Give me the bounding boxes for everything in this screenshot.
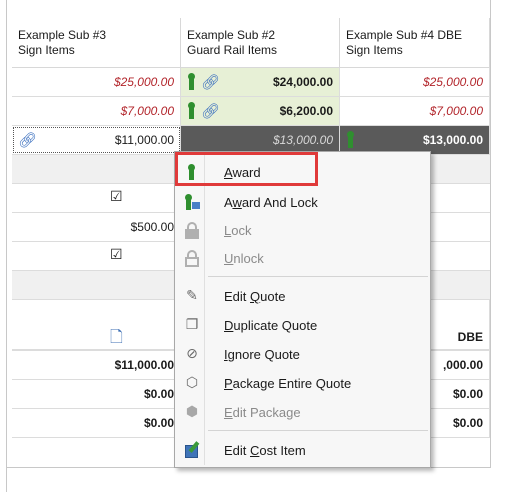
checkbox-checked-icon[interactable]: ☑ (110, 189, 123, 205)
edit-cost-item-icon (183, 441, 201, 459)
table-cell[interactable]: ☑ (12, 184, 181, 212)
menu-item-unlock[interactable]: Unlock (176, 244, 430, 272)
menu-separator (208, 430, 428, 431)
award-icon (346, 131, 355, 149)
table-cell[interactable]: $25,000.00 (12, 68, 181, 96)
column-header-subtitle: Guard Rail Items (187, 43, 278, 57)
cell-value: $7,000.00 (429, 104, 483, 118)
menu-item-edit-quote[interactable]: ✎ Edit Quote (176, 282, 430, 310)
menu-item-label: Duplicate Quote (224, 318, 318, 333)
menu-item-package-entire-quote[interactable]: ⬡ Package Entire Quote (176, 369, 430, 397)
award-icon (187, 73, 196, 91)
cell-value: $6,200.00 (279, 104, 333, 118)
checkbox-checked-icon[interactable]: ☑ (110, 247, 123, 263)
link-icon: 🔗︎ (18, 131, 38, 149)
menu-separator (208, 276, 428, 277)
table-cell[interactable]: $0.00 (12, 409, 181, 437)
column-header-subtitle: Sign Items (18, 43, 75, 57)
column-header-sub2[interactable]: Example Sub #2 Guard Rail Items (181, 18, 340, 68)
cell-value: $24,000.00 (272, 75, 333, 89)
menu-item-label: Ignore Quote (224, 347, 300, 362)
cell-value: $13,000.00 (272, 133, 333, 147)
edit-quote-icon: ✎ (186, 288, 198, 304)
menu-item-label: Lock (224, 223, 252, 238)
edit-package-icon: ⬢ (185, 404, 199, 420)
table-cell[interactable]: $13,000.00 (181, 126, 340, 154)
table-cell[interactable]: $13,000.00 (340, 126, 490, 154)
table-cell[interactable]: $7,000.00 (340, 97, 490, 125)
link-icon: 🔗︎ (201, 102, 221, 120)
link-icon: 🔗︎ (201, 73, 221, 91)
cell-value: $7,000.00 (120, 104, 174, 118)
unlock-icon (183, 249, 201, 267)
grid-border (490, 0, 491, 468)
cell-value: $11,000.00 (114, 358, 174, 372)
menu-item-label: Unlock (224, 251, 264, 266)
cell-value: $0.00 (452, 416, 483, 430)
table-cell[interactable]: $500.00 (12, 213, 181, 241)
table-cell[interactable]: $0.00 (12, 380, 181, 408)
lock-icon (183, 221, 201, 239)
document-icon[interactable]: 🗋 (110, 326, 123, 353)
menu-item-lock[interactable]: Lock (176, 216, 430, 244)
duplicate-quote-icon: ❐ (185, 317, 199, 333)
cell-value: $500.00 (130, 220, 174, 234)
column-header-sub4-dbe[interactable]: Example Sub #4 DBE Sign Items (340, 18, 490, 68)
award-highlight-box (175, 152, 318, 186)
cell-value: $25,000.00 (113, 75, 174, 89)
cell-value: $11,000.00 (114, 133, 174, 147)
table-cell-selected[interactable]: 🔗︎ $11,000.00 (12, 126, 181, 154)
table-row: $7,000.00 🔗︎ $6,200.00 $7,000.00 (12, 97, 490, 126)
table-cell[interactable]: 🔗︎ $6,200.00 (181, 97, 340, 125)
menu-item-label: Award And Lock (224, 195, 318, 210)
table-cell[interactable]: $25,000.00 (340, 68, 490, 96)
column-header-subtitle: Sign Items (346, 43, 403, 57)
menu-item-label: Edit Quote (224, 289, 286, 304)
table-row: $25,000.00 🔗︎ $24,000.00 $25,000.00 (12, 68, 490, 97)
column-header-title: Example Sub #4 DBE (346, 28, 463, 42)
cell-value: $0.00 (452, 387, 483, 401)
table-cell[interactable]: 🗋 (12, 322, 181, 350)
package-icon: ⬡ (185, 375, 199, 391)
column-header-title: Example Sub #2 (187, 28, 276, 42)
award-icon (187, 102, 196, 120)
menu-item-label: Package Entire Quote (224, 376, 352, 391)
menu-item-ignore-quote[interactable]: ⊘ Ignore Quote (176, 340, 430, 368)
table-cell[interactable]: ☑ (12, 242, 181, 270)
table-cell[interactable]: $11,000.00 (12, 351, 181, 379)
menu-item-edit-package[interactable]: ⬢ Edit Package (176, 398, 430, 426)
menu-item-edit-cost-item[interactable]: Edit Cost Item (176, 436, 430, 464)
grid-border (6, 0, 7, 492)
menu-item-award-and-lock[interactable]: Award And Lock (176, 188, 430, 216)
menu-item-label: Edit Cost Item (224, 443, 306, 458)
menu-item-duplicate-quote[interactable]: ❐ Duplicate Quote (176, 311, 430, 339)
cell-value: $25,000.00 (422, 75, 483, 89)
award-lock-icon (183, 193, 201, 211)
table-cell[interactable]: 🔗︎ $24,000.00 (181, 68, 340, 96)
table-cell[interactable]: $7,000.00 (12, 97, 181, 125)
cell-value: $0.00 (143, 416, 174, 430)
menu-item-label: Edit Package (224, 405, 301, 420)
cell-value: ,000.00 (442, 358, 483, 372)
cell-value: $13,000.00 (422, 133, 483, 147)
column-header-title: Example Sub #3 (18, 28, 107, 42)
column-header-sub3[interactable]: Example Sub #3 Sign Items (12, 18, 181, 68)
ignore-quote-icon: ⊘ (186, 346, 198, 362)
context-menu: Award Award And Lock Lock Unlock ✎ Edit … (174, 151, 431, 468)
cell-value: $0.00 (143, 387, 174, 401)
